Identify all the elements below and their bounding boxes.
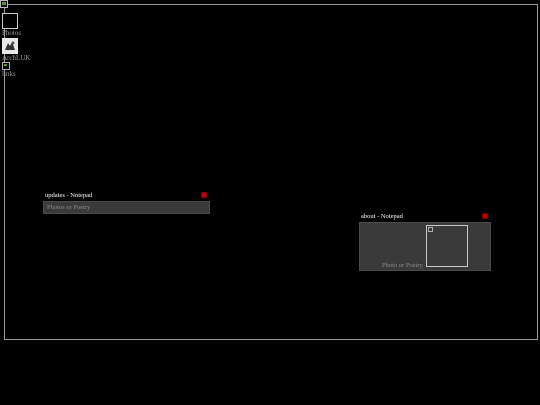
photos-icon	[2, 13, 18, 29]
archluk-icon	[2, 38, 18, 54]
window-titlebar[interactable]: updates - Notepad	[43, 191, 210, 201]
notepad-body[interactable]: Photos or Poetry	[43, 201, 210, 214]
close-button[interactable]	[482, 213, 488, 219]
close-button[interactable]	[201, 192, 207, 198]
photo-image	[426, 225, 468, 267]
window-titlebar[interactable]: about - Notepad	[359, 212, 491, 222]
broken-image-icon	[0, 0, 8, 8]
window-title: about - Notepad	[361, 213, 403, 220]
desktop-icon-label: ArchLUK	[2, 54, 31, 62]
notepad-window-about[interactable]: about - Notepad Photo or Poetry	[359, 212, 491, 271]
notepad-text: Photos or Poetry	[47, 204, 91, 211]
desktop-icon-links[interactable]: links	[2, 62, 32, 78]
links-icon	[2, 62, 10, 70]
desktop-area	[4, 4, 538, 340]
desktop-icon-label: Photos	[2, 29, 22, 37]
window-title: updates - Notepad	[45, 192, 93, 199]
notepad-body[interactable]: Photo or Poetry	[359, 222, 491, 271]
desktop-icon-label: links	[2, 70, 16, 78]
desktop-icon-archluk[interactable]: ArchLUK	[2, 38, 32, 62]
notepad-window-updates[interactable]: updates - Notepad Photos or Poetry	[43, 191, 210, 214]
notepad-text: Photo or Poetry	[382, 262, 423, 269]
desktop-icon-photos[interactable]: Photos	[2, 13, 32, 37]
